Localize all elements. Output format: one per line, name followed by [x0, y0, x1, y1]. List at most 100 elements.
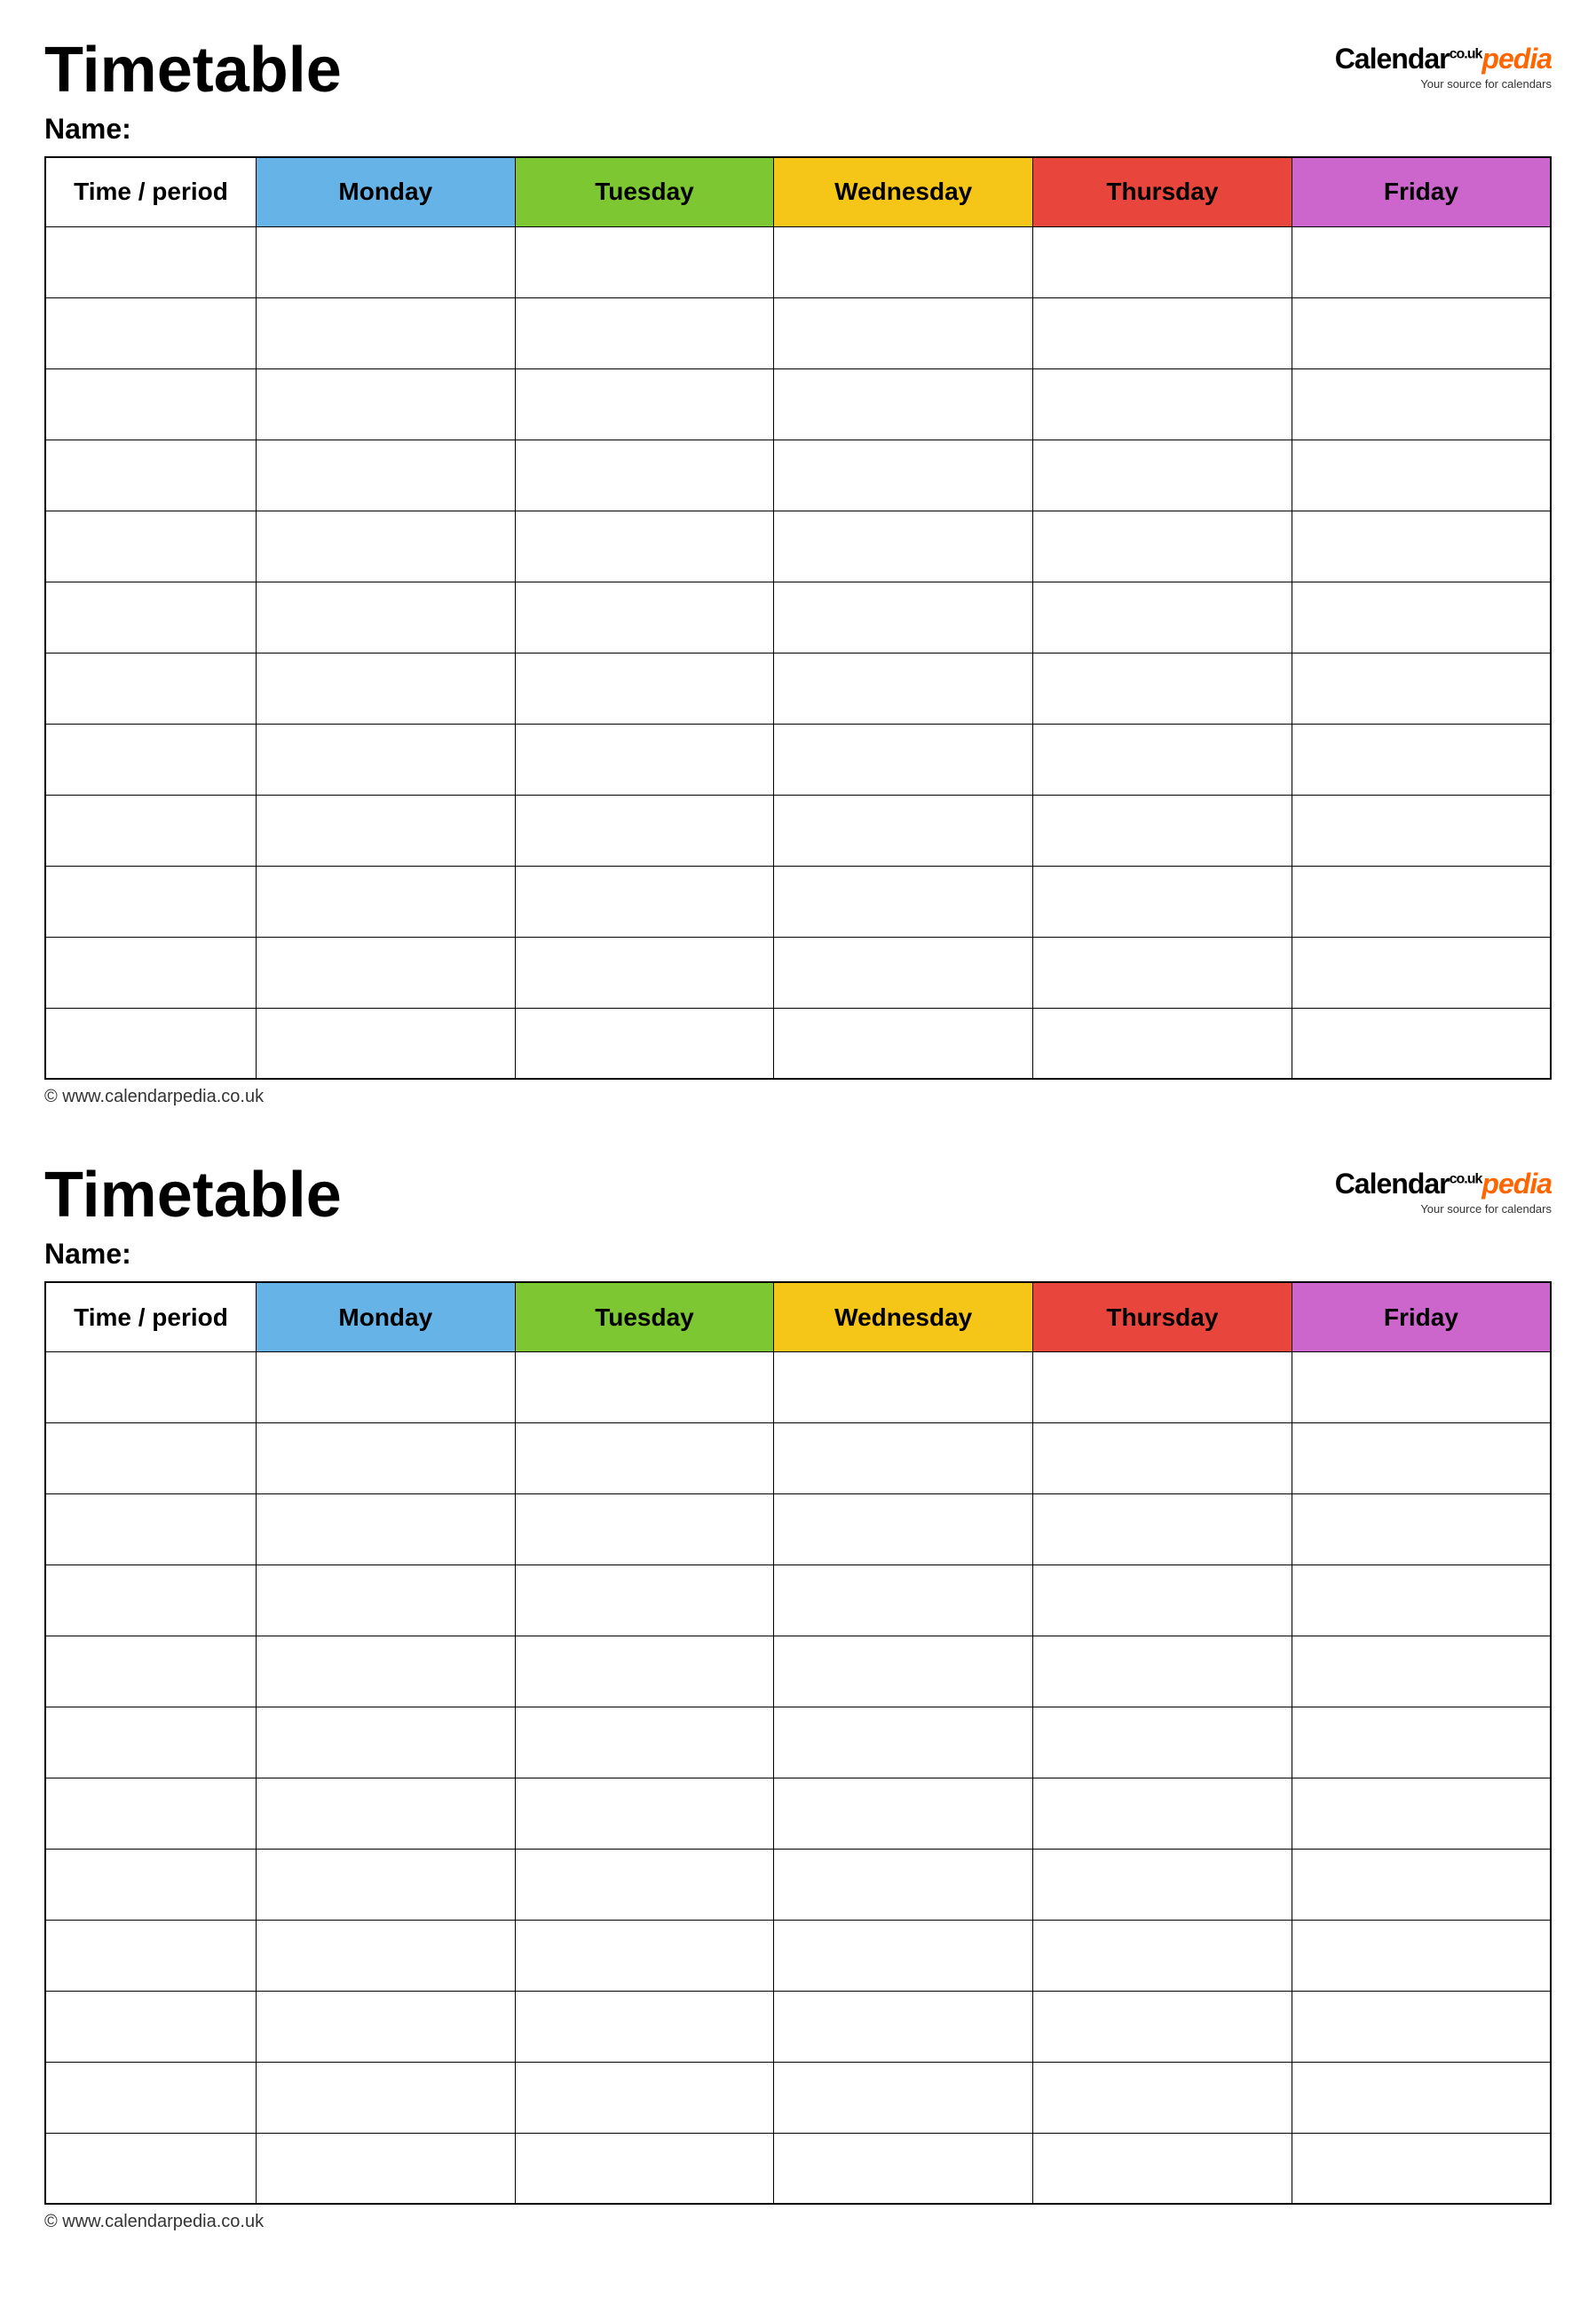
- data-cell[interactable]: [256, 1008, 515, 1079]
- data-cell[interactable]: [1033, 1636, 1292, 1707]
- data-cell[interactable]: [256, 1920, 515, 1991]
- data-cell[interactable]: [515, 1778, 774, 1849]
- data-cell[interactable]: [256, 1564, 515, 1636]
- data-cell[interactable]: [1033, 1778, 1292, 1849]
- time-cell[interactable]: [45, 1707, 256, 1778]
- data-cell[interactable]: [515, 226, 774, 297]
- time-cell[interactable]: [45, 582, 256, 653]
- data-cell[interactable]: [1292, 2062, 1551, 2133]
- data-cell[interactable]: [1292, 1008, 1551, 1079]
- data-cell[interactable]: [774, 866, 1033, 937]
- time-cell[interactable]: [45, 1493, 256, 1564]
- data-cell[interactable]: [256, 866, 515, 937]
- time-cell[interactable]: [45, 937, 256, 1008]
- time-cell[interactable]: [45, 1920, 256, 1991]
- data-cell[interactable]: [1033, 1008, 1292, 1079]
- data-cell[interactable]: [774, 2133, 1033, 2204]
- data-cell[interactable]: [515, 2133, 774, 2204]
- time-cell[interactable]: [45, 1564, 256, 1636]
- data-cell[interactable]: [256, 1778, 515, 1849]
- data-cell[interactable]: [256, 1636, 515, 1707]
- data-cell[interactable]: [774, 511, 1033, 582]
- data-cell[interactable]: [774, 1493, 1033, 1564]
- data-cell[interactable]: [256, 1422, 515, 1493]
- time-cell[interactable]: [45, 1778, 256, 1849]
- time-cell[interactable]: [45, 226, 256, 297]
- data-cell[interactable]: [774, 2062, 1033, 2133]
- time-cell[interactable]: [45, 440, 256, 511]
- data-cell[interactable]: [774, 1564, 1033, 1636]
- data-cell[interactable]: [515, 1493, 774, 1564]
- data-cell[interactable]: [256, 1351, 515, 1422]
- data-cell[interactable]: [515, 368, 774, 440]
- data-cell[interactable]: [774, 582, 1033, 653]
- data-cell[interactable]: [515, 866, 774, 937]
- time-cell[interactable]: [45, 1008, 256, 1079]
- time-cell[interactable]: [45, 1991, 256, 2062]
- data-cell[interactable]: [774, 937, 1033, 1008]
- data-cell[interactable]: [774, 1422, 1033, 1493]
- time-cell[interactable]: [45, 724, 256, 795]
- data-cell[interactable]: [256, 297, 515, 368]
- data-cell[interactable]: [1033, 368, 1292, 440]
- time-cell[interactable]: [45, 866, 256, 937]
- data-cell[interactable]: [256, 582, 515, 653]
- data-cell[interactable]: [1033, 582, 1292, 653]
- data-cell[interactable]: [1292, 1778, 1551, 1849]
- data-cell[interactable]: [1033, 1920, 1292, 1991]
- data-cell[interactable]: [256, 724, 515, 795]
- data-cell[interactable]: [1292, 1991, 1551, 2062]
- data-cell[interactable]: [774, 297, 1033, 368]
- data-cell[interactable]: [774, 440, 1033, 511]
- data-cell[interactable]: [256, 795, 515, 866]
- data-cell[interactable]: [1033, 937, 1292, 1008]
- data-cell[interactable]: [515, 653, 774, 724]
- time-cell[interactable]: [45, 511, 256, 582]
- time-cell[interactable]: [45, 1351, 256, 1422]
- data-cell[interactable]: [515, 440, 774, 511]
- data-cell[interactable]: [1292, 1849, 1551, 1920]
- data-cell[interactable]: [256, 937, 515, 1008]
- data-cell[interactable]: [256, 1707, 515, 1778]
- data-cell[interactable]: [774, 1920, 1033, 1991]
- time-cell[interactable]: [45, 1636, 256, 1707]
- data-cell[interactable]: [515, 1920, 774, 1991]
- time-cell[interactable]: [45, 297, 256, 368]
- data-cell[interactable]: [1033, 795, 1292, 866]
- data-cell[interactable]: [774, 724, 1033, 795]
- data-cell[interactable]: [1292, 1351, 1551, 1422]
- data-cell[interactable]: [256, 511, 515, 582]
- time-cell[interactable]: [45, 1422, 256, 1493]
- time-cell[interactable]: [45, 368, 256, 440]
- data-cell[interactable]: [774, 653, 1033, 724]
- data-cell[interactable]: [1292, 511, 1551, 582]
- data-cell[interactable]: [515, 1351, 774, 1422]
- data-cell[interactable]: [256, 440, 515, 511]
- data-cell[interactable]: [1292, 2133, 1551, 2204]
- time-cell[interactable]: [45, 653, 256, 724]
- data-cell[interactable]: [1033, 2062, 1292, 2133]
- data-cell[interactable]: [774, 1707, 1033, 1778]
- data-cell[interactable]: [256, 2133, 515, 2204]
- data-cell[interactable]: [774, 1008, 1033, 1079]
- time-cell[interactable]: [45, 1849, 256, 1920]
- data-cell[interactable]: [1033, 1707, 1292, 1778]
- data-cell[interactable]: [1292, 440, 1551, 511]
- data-cell[interactable]: [1033, 866, 1292, 937]
- data-cell[interactable]: [256, 1493, 515, 1564]
- data-cell[interactable]: [515, 724, 774, 795]
- data-cell[interactable]: [256, 1849, 515, 1920]
- data-cell[interactable]: [1033, 1849, 1292, 1920]
- data-cell[interactable]: [774, 1991, 1033, 2062]
- data-cell[interactable]: [256, 368, 515, 440]
- data-cell[interactable]: [1033, 1564, 1292, 1636]
- data-cell[interactable]: [1033, 1422, 1292, 1493]
- data-cell[interactable]: [515, 2062, 774, 2133]
- data-cell[interactable]: [774, 795, 1033, 866]
- data-cell[interactable]: [1292, 795, 1551, 866]
- data-cell[interactable]: [515, 1849, 774, 1920]
- data-cell[interactable]: [515, 937, 774, 1008]
- time-cell[interactable]: [45, 2133, 256, 2204]
- data-cell[interactable]: [256, 2062, 515, 2133]
- data-cell[interactable]: [515, 1008, 774, 1079]
